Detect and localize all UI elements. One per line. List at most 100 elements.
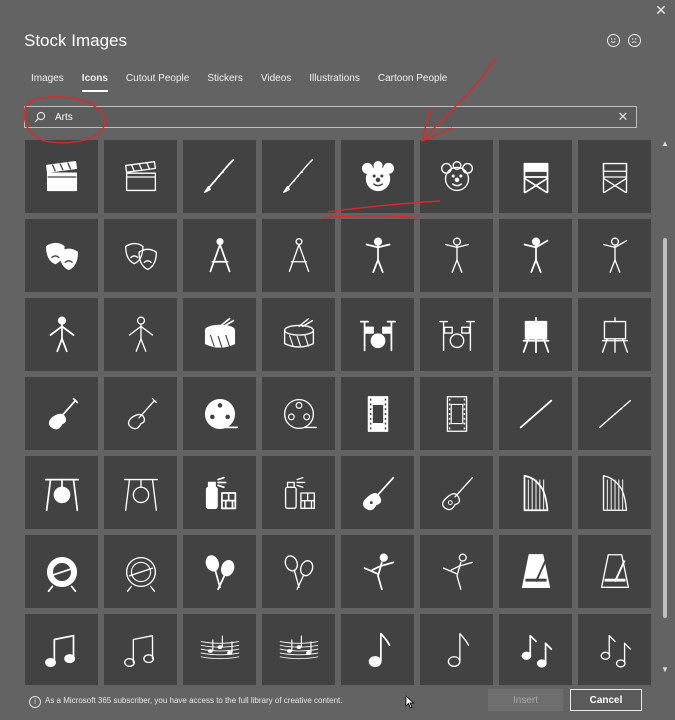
directors-chair-filled-tile[interactable]	[499, 140, 572, 213]
drum-filled-icon	[204, 317, 235, 348]
film-reel-filled-icon	[204, 398, 238, 429]
tab-stickers[interactable]: Stickers	[207, 73, 243, 92]
tab-icons[interactable]: Icons	[81, 73, 109, 92]
insert-button[interactable]: Insert	[488, 689, 563, 711]
search-input[interactable]	[53, 110, 597, 124]
film-strip-outline-tile[interactable]	[420, 377, 493, 450]
metronome-outline-tile[interactable]	[578, 535, 651, 608]
clarinet-outline-icon	[282, 158, 313, 193]
maracas-filled-tile[interactable]	[183, 535, 256, 608]
flute-filled-tile[interactable]	[499, 377, 572, 450]
flute-filled-icon	[519, 399, 552, 428]
scrollbar[interactable]: ▲ ▼	[660, 138, 670, 678]
drum-filled-tile[interactable]	[183, 298, 256, 371]
clown-filled-tile[interactable]	[341, 140, 414, 213]
maracas-outline-tile[interactable]	[262, 535, 335, 608]
guitar-filled-tile[interactable]	[341, 456, 414, 529]
theater-masks-outline-tile[interactable]	[104, 219, 177, 292]
mannequin-standing-outline-icon	[128, 316, 153, 352]
drum-kit-outline-icon	[438, 320, 475, 351]
music-notes-filled-tile[interactable]	[499, 614, 572, 685]
tab-images[interactable]: Images	[31, 73, 64, 92]
martial-arts-outline-tile[interactable]	[420, 535, 493, 608]
music-note-outline-tile[interactable]	[420, 614, 493, 685]
easel-outline-icon	[601, 316, 628, 353]
cancel-button[interactable]: Cancel	[570, 689, 642, 711]
mannequin-standing-filled-tile[interactable]	[25, 298, 98, 371]
search-icon	[34, 111, 46, 123]
clarinet-outline-tile[interactable]	[262, 140, 335, 213]
tab-videos[interactable]: Videos	[261, 73, 291, 92]
feedback-buttons	[607, 34, 641, 47]
scrollbar-thumb[interactable]	[663, 238, 667, 618]
compass-outline-tile[interactable]	[262, 219, 335, 292]
flute-outline-tile[interactable]	[578, 377, 651, 450]
graffiti-outline-tile[interactable]	[262, 456, 335, 529]
dialog-title: Stock Images	[24, 31, 127, 50]
music-note-beamed-outline-tile[interactable]	[104, 614, 177, 685]
film-reel-outline-tile[interactable]	[262, 377, 335, 450]
martial-arts-filled-tile[interactable]	[341, 535, 414, 608]
mannequin-standing-filled-icon	[49, 316, 74, 352]
gong-filled-icon	[44, 478, 79, 511]
mannequin-pose-outline-icon	[602, 237, 627, 273]
easel-filled-icon	[522, 316, 549, 353]
drum-kit-filled-tile[interactable]	[341, 298, 414, 371]
clear-search-icon[interactable]: ✕	[616, 110, 630, 124]
mannequin-pose-outline-tile[interactable]	[578, 219, 651, 292]
mannequin-filled-tile[interactable]	[341, 219, 414, 292]
icon-grid	[25, 140, 655, 685]
film-strip-filled-icon	[367, 395, 388, 432]
electric-guitar-outline-tile[interactable]	[104, 377, 177, 450]
clapperboard-outline-tile[interactable]	[104, 140, 177, 213]
music-note-beamed-filled-tile[interactable]	[25, 614, 98, 685]
theater-masks-filled-tile[interactable]	[25, 219, 98, 292]
tab-illustrations[interactable]: Illustrations	[309, 73, 360, 92]
tab-cutout-people[interactable]: Cutout People	[126, 73, 189, 92]
clown-outline-tile[interactable]	[420, 140, 493, 213]
mannequin-pose-filled-tile[interactable]	[499, 219, 572, 292]
music-note-filled-icon	[368, 632, 390, 667]
film-reel-filled-tile[interactable]	[183, 377, 256, 450]
metronome-outline-icon	[600, 553, 629, 588]
film-strip-filled-tile[interactable]	[341, 377, 414, 450]
close-icon[interactable]: ✕	[653, 2, 669, 18]
graffiti-filled-tile[interactable]	[183, 456, 256, 529]
easel-outline-tile[interactable]	[578, 298, 651, 371]
mannequin-outline-tile[interactable]	[420, 219, 493, 292]
mannequin-filled-icon	[365, 237, 390, 273]
mannequin-outline-icon	[444, 237, 469, 273]
bass-drum-filled-tile[interactable]	[25, 535, 98, 608]
harp-filled-tile[interactable]	[499, 456, 572, 529]
tab-cartoon-people[interactable]: Cartoon People	[378, 73, 448, 92]
harp-outline-tile[interactable]	[578, 456, 651, 529]
mannequin-standing-outline-tile[interactable]	[104, 298, 177, 371]
music-note-filled-tile[interactable]	[341, 614, 414, 685]
graffiti-filled-icon	[205, 476, 236, 509]
gong-outline-icon	[123, 478, 158, 511]
guitar-outline-tile[interactable]	[420, 456, 493, 529]
maracas-filled-icon	[205, 554, 234, 590]
frown-icon[interactable]	[628, 34, 641, 47]
music-staff-filled-tile[interactable]	[183, 614, 256, 685]
clapperboard-filled-tile[interactable]	[25, 140, 98, 213]
electric-guitar-filled-tile[interactable]	[25, 377, 98, 450]
easel-filled-tile[interactable]	[499, 298, 572, 371]
scroll-up-icon[interactable]: ▲	[661, 140, 669, 148]
gong-filled-tile[interactable]	[25, 456, 98, 529]
compass-filled-tile[interactable]	[183, 219, 256, 292]
drum-outline-tile[interactable]	[262, 298, 335, 371]
martial-arts-outline-icon	[442, 553, 473, 590]
metronome-filled-tile[interactable]	[499, 535, 572, 608]
gong-outline-tile[interactable]	[104, 456, 177, 529]
clarinet-filled-tile[interactable]	[183, 140, 256, 213]
scroll-down-icon[interactable]: ▼	[661, 666, 669, 674]
music-notes-outline-tile[interactable]	[578, 614, 651, 685]
drum-kit-outline-tile[interactable]	[420, 298, 493, 371]
music-staff-outline-tile[interactable]	[262, 614, 335, 685]
bass-drum-outline-tile[interactable]	[104, 535, 177, 608]
directors-chair-filled-icon	[523, 162, 548, 193]
smile-icon[interactable]	[607, 34, 620, 47]
bass-drum-outline-icon	[125, 556, 156, 592]
directors-chair-outline-tile[interactable]	[578, 140, 651, 213]
